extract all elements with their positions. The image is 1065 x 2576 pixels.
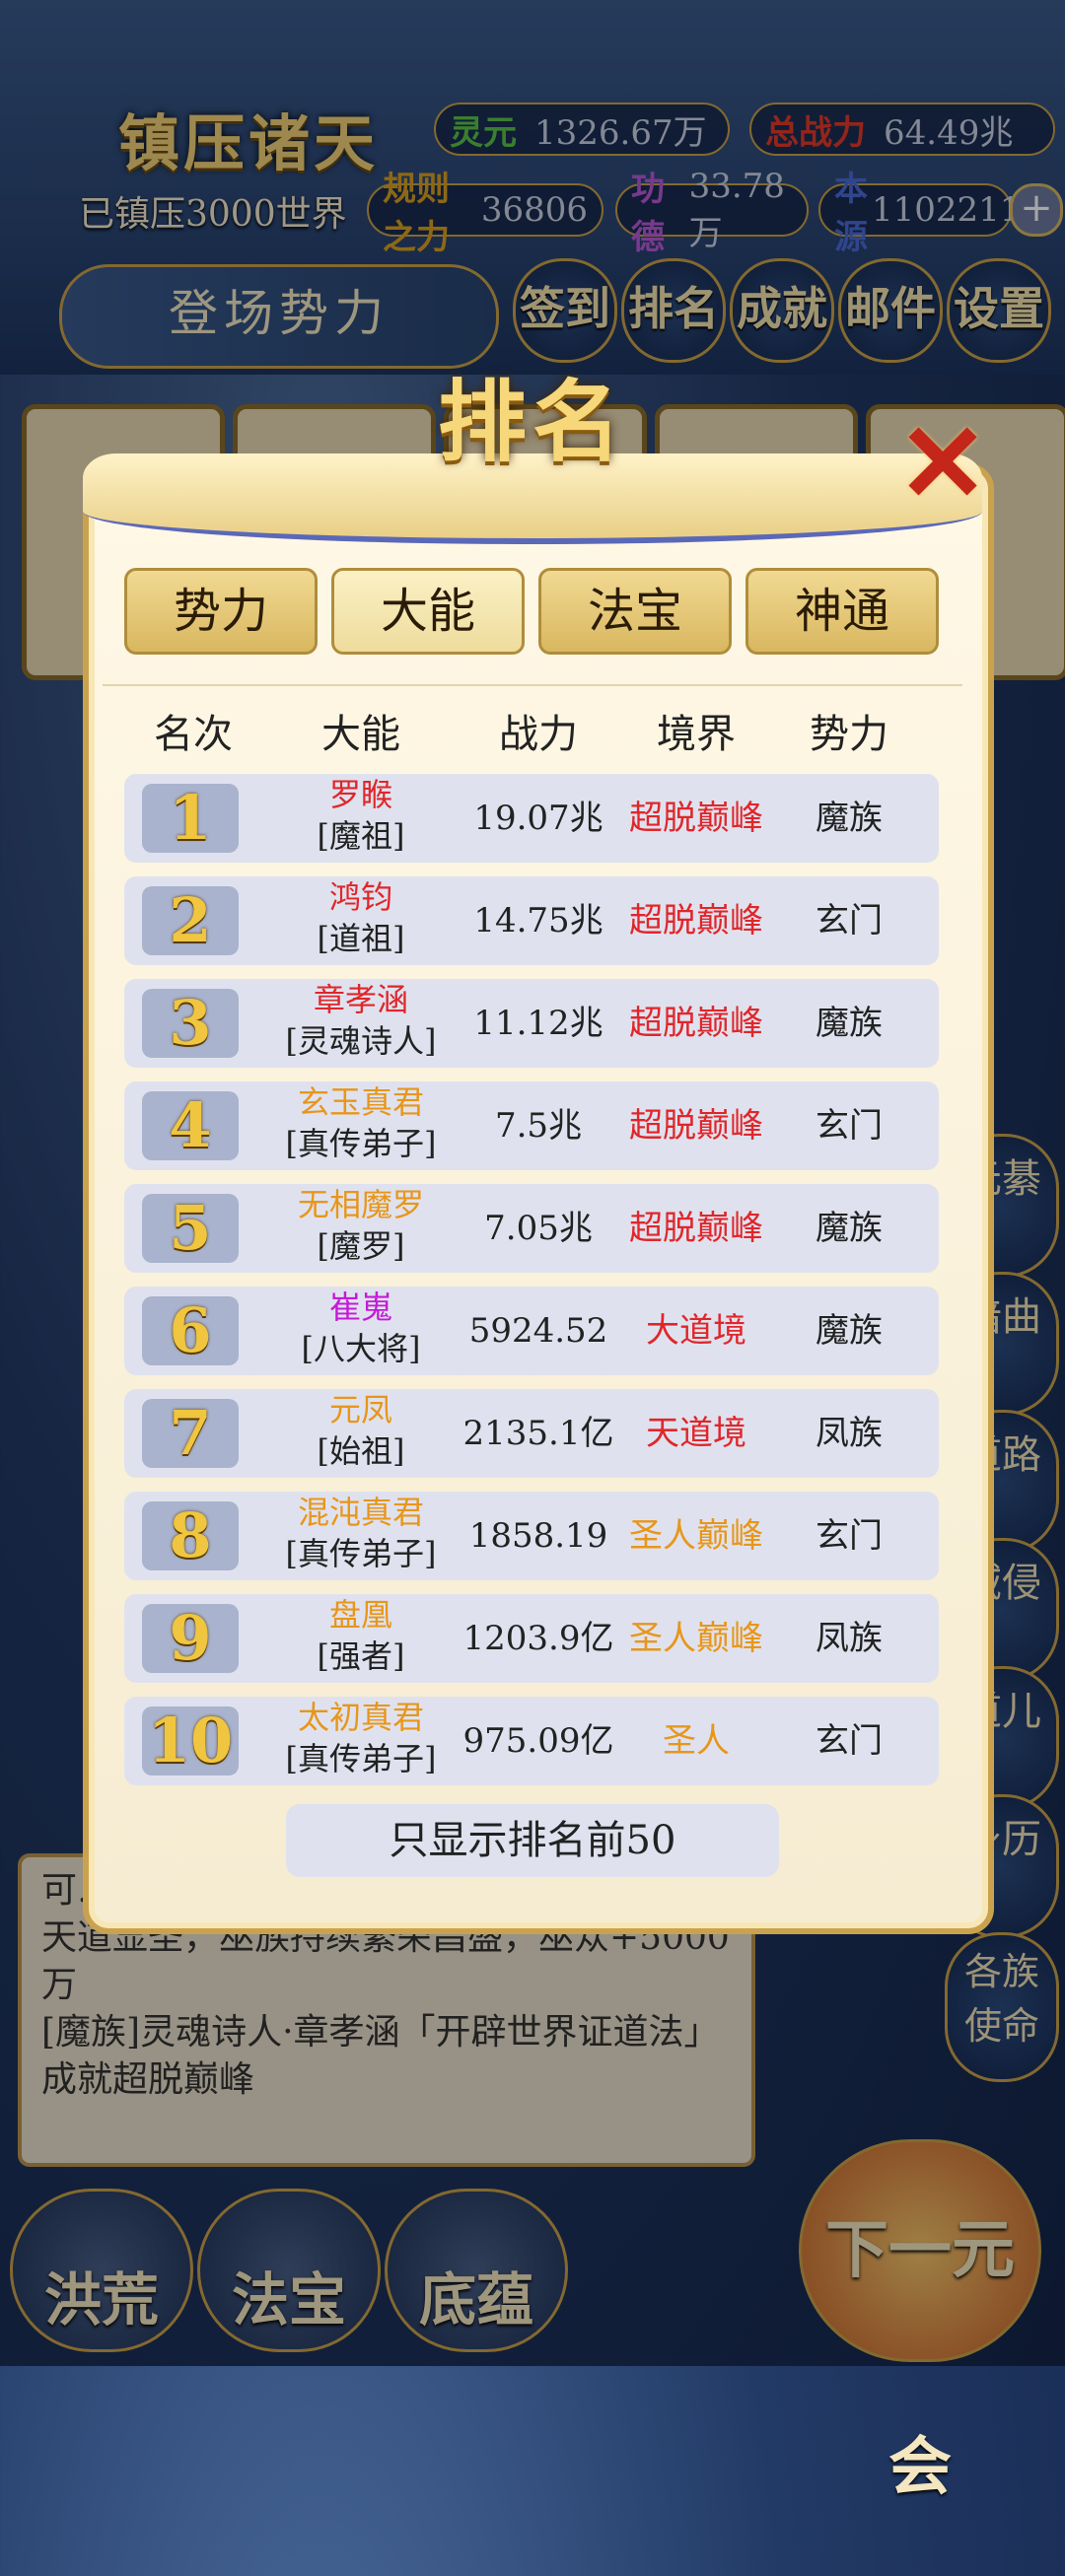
rank-number: 6 (142, 1296, 239, 1365)
power-value: 14.75兆 (473, 901, 604, 940)
table-row[interactable]: 5 无相魔罗 [魔罗] 7.05兆 超脱巅峰 魔族 (124, 1184, 939, 1273)
table-row[interactable]: 10 太初真君 [真传弟子] 975.09亿 圣人 玄门 (124, 1697, 939, 1785)
table-row[interactable]: 8混沌真君[真传弟子]1858.19亿圣人巅峰玄门 (124, 1492, 939, 1644)
realm-value: 圣人 (663, 1721, 730, 1761)
realm-value: 超脱巅峰 (629, 1106, 763, 1146)
member-title: [真传弟子] (285, 1535, 437, 1572)
member-title: [道祖] (317, 920, 405, 957)
table-row[interactable]: 6崔嵬[八大将]5924.52亿大道境魔族 (124, 1287, 939, 1439)
tab-shentong[interactable]: 神通 (746, 568, 939, 655)
member-title: [真传弟子] (285, 1125, 437, 1162)
faction-value: 凤族 (816, 1619, 883, 1658)
col-faction: 势力 (810, 712, 888, 757)
rank-number: 9 (142, 1604, 239, 1673)
tab-fabao[interactable]: 法宝 (538, 568, 732, 655)
member-name: 玄玉真君 (297, 1083, 424, 1121)
member-name: 无相魔罗 (297, 1186, 424, 1223)
close-icon[interactable]: ✕ (897, 409, 988, 518)
member-name: 太初真君 (297, 1699, 424, 1736)
realm-value: 圣人巅峰 (629, 1619, 763, 1658)
member-title: [魔祖] (317, 817, 405, 855)
power-value: 1203.9亿 (462, 1619, 614, 1658)
top50-note: 只显示排名前50 (286, 1804, 779, 1877)
member-name: 罗睺 (328, 776, 392, 813)
table-row[interactable]: 2 鸿钧 [道祖] 14.75兆 超脱巅峰 玄门 (124, 876, 939, 965)
rank-number: 2 (142, 886, 239, 955)
realm-value: 超脱巅峰 (629, 1209, 763, 1248)
faction-value: 玄门 (816, 1106, 883, 1146)
rank-number: 8 (142, 1501, 239, 1570)
realm-value: 大道境 (646, 1311, 746, 1351)
member-name: 鸿钧 (328, 878, 392, 916)
table-row[interactable]: 1 罗睺 [魔祖] 19.07兆 超脱巅峰 魔族 (124, 774, 939, 863)
faction-value: 凤族 (816, 1414, 883, 1453)
col-realm: 境界 (657, 712, 736, 757)
faction-value: 魔族 (816, 1209, 883, 1248)
member-name: 崔嵬 (328, 1288, 392, 1326)
rank-number: 3 (142, 989, 239, 1058)
divider (103, 684, 962, 686)
tab-faction[interactable]: 势力 (124, 568, 318, 655)
faction-value: 魔族 (816, 1311, 883, 1351)
realm-value: 超脱巅峰 (629, 1004, 763, 1043)
faction-value: 玄门 (816, 901, 883, 940)
power-value: 7.05兆 (484, 1209, 593, 1248)
realm-value: 超脱巅峰 (629, 901, 763, 940)
power-value: 19.07兆 (473, 799, 604, 838)
col-name: 大能 (321, 712, 400, 757)
power-value: 7.5兆 (494, 1106, 583, 1146)
rank-number: 1 (142, 784, 239, 853)
col-rank: 名次 (154, 712, 233, 757)
rank-number: 5 (142, 1194, 239, 1263)
table-row[interactable]: 4 玄玉真君 [真传弟子] 7.5兆 超脱巅峰 玄门 (124, 1081, 939, 1170)
power-value: 2135.1亿 (462, 1414, 614, 1453)
faction-value: 玄门 (816, 1721, 883, 1761)
rank-number: 7 (142, 1399, 239, 1468)
col-power: 战力 (499, 712, 578, 757)
member-title: [真传弟子] (285, 1740, 437, 1777)
member-title: [始祖] (317, 1432, 405, 1470)
rank-number: 10 (142, 1706, 239, 1775)
faction-value: 魔族 (816, 799, 883, 838)
member-title: [灵魂诗人] (285, 1022, 437, 1060)
member-name: 章孝涵 (313, 981, 408, 1018)
power-value: 975.09亿 (462, 1721, 614, 1761)
member-title: [魔罗] (317, 1227, 405, 1265)
member-name: 盘凰 (328, 1596, 392, 1634)
tab-daneng[interactable]: 大能 (331, 568, 525, 655)
realm-value: 圣人巅峰 (629, 1516, 763, 1556)
member-name: 混沌真君 (297, 1494, 424, 1531)
table-row[interactable]: 7 元凤 [始祖] 2135.1亿 天道境 凤族 (124, 1389, 939, 1478)
table-row[interactable]: 9 盘凰 [强者] 1203.9亿 圣人巅峰 凤族 (124, 1594, 939, 1683)
realm-value: 超脱巅峰 (629, 799, 763, 838)
member-title: [强者] (317, 1637, 405, 1675)
table-row[interactable]: 3 章孝涵 [灵魂诗人] 11.12兆 超脱巅峰 魔族 (124, 979, 939, 1068)
faction-value: 魔族 (816, 1004, 883, 1043)
member-name: 元凤 (328, 1391, 392, 1428)
power-value: 11.12兆 (473, 1004, 604, 1043)
rank-number: 4 (142, 1091, 239, 1160)
faction-value: 玄门 (816, 1516, 883, 1556)
member-title: [八大将] (301, 1330, 421, 1367)
realm-value: 天道境 (646, 1414, 746, 1453)
